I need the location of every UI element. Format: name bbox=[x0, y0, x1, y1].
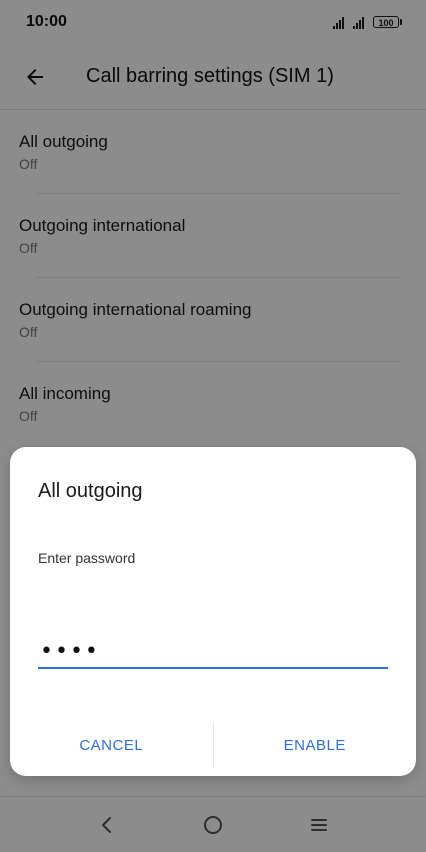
cancel-button[interactable]: CANCEL bbox=[10, 714, 213, 776]
enable-button[interactable]: ENABLE bbox=[214, 714, 417, 776]
password-dialog: All outgoing Enter password CANCEL ENABL… bbox=[10, 447, 416, 776]
dialog-actions: CANCEL ENABLE bbox=[10, 714, 416, 776]
password-label: Enter password bbox=[38, 550, 136, 566]
password-input[interactable] bbox=[38, 635, 388, 669]
dialog-title: All outgoing bbox=[38, 480, 143, 502]
